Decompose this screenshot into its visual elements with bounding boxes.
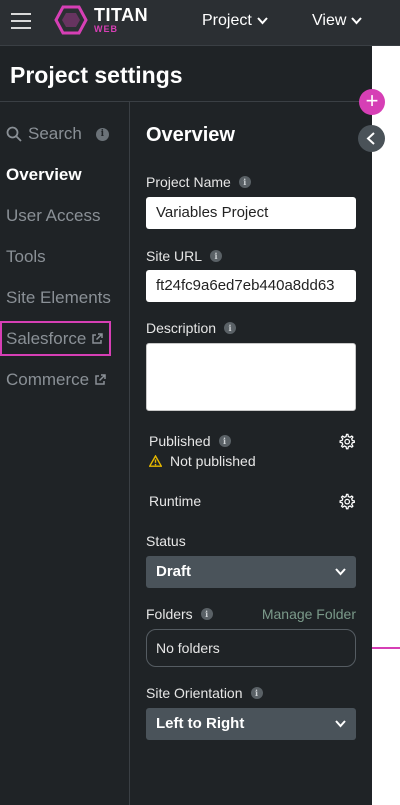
runtime-settings-gear-icon[interactable]	[338, 493, 355, 510]
collapse-panel-button[interactable]	[358, 125, 385, 152]
external-link-icon	[92, 333, 104, 344]
sidebar-item-label: User Access	[6, 206, 101, 225]
project-name-label: Project Name i	[146, 174, 251, 190]
info-icon[interactable]: i	[238, 176, 251, 188]
folders-list[interactable]: No folders	[146, 629, 356, 667]
project-name-input[interactable]: Variables Project	[146, 197, 356, 229]
titan-logo-icon	[54, 5, 88, 35]
info-icon[interactable]: i	[218, 435, 231, 447]
label-text: Site Orientation	[146, 685, 243, 701]
label-text: Published	[149, 433, 211, 449]
brand-subtitle: WEB	[94, 24, 118, 34]
status-select[interactable]: Draft	[146, 556, 356, 588]
sidebar-item-user-access[interactable]: User Access	[6, 206, 100, 226]
info-icon[interactable]: i	[210, 250, 223, 262]
runtime-label: Runtime	[149, 493, 201, 509]
search-icon	[6, 126, 22, 142]
sidebar-item-label: Overview	[6, 165, 82, 184]
folders-label: Folders i	[146, 606, 213, 622]
project-menu-button[interactable]: Project	[202, 12, 268, 30]
sidebar-item-label: Commerce	[6, 370, 90, 389]
view-menu-label: View	[312, 12, 347, 29]
sidebar-item-salesforce[interactable]: Salesforce	[6, 329, 104, 349]
info-icon[interactable]: i	[95, 127, 109, 141]
published-settings-gear-icon[interactable]	[338, 433, 355, 450]
search-label: Search	[28, 124, 82, 143]
info-icon[interactable]: i	[224, 322, 237, 334]
status-label: Status	[146, 533, 186, 549]
site-orientation-label: Site Orientation i	[146, 685, 263, 701]
label-text: Project Name	[146, 174, 231, 190]
manage-folder-link[interactable]: Manage Folder	[262, 606, 356, 622]
label-text: Runtime	[149, 493, 202, 509]
chevron-down-icon	[335, 568, 346, 576]
label-text: Description	[146, 320, 217, 336]
label-text: Status	[146, 533, 186, 549]
publish-status: Not published	[149, 453, 256, 469]
external-link-icon	[95, 374, 106, 385]
info-icon[interactable]: i	[200, 608, 213, 620]
sidebar-item-label: Tools	[6, 247, 46, 266]
sidebar-item-site-elements[interactable]: Site Elements	[6, 288, 111, 308]
canvas-preview[interactable]	[372, 46, 400, 805]
published-label: Published i	[149, 433, 231, 449]
plus-icon: +	[365, 88, 379, 113]
site-url-input[interactable]: ft24fc9a6ed7eb440a8dd63	[146, 270, 356, 302]
section-title: Overview	[146, 124, 235, 146]
canvas-guide-line	[372, 647, 400, 649]
hamburger-menu-icon[interactable]	[11, 12, 31, 30]
info-icon[interactable]: i	[250, 687, 263, 699]
site-orientation-select[interactable]: Left to Right	[146, 708, 356, 740]
description-textarea[interactable]	[146, 343, 356, 411]
chevron-down-icon	[335, 720, 346, 728]
label-text: Folders	[146, 606, 193, 622]
description-label: Description i	[146, 320, 237, 336]
sidebar-search[interactable]: Search i	[6, 124, 109, 144]
sidebar-item-tools[interactable]: Tools	[6, 247, 46, 267]
label-text: Site URL	[146, 248, 203, 264]
sidebar-item-overview[interactable]: Overview	[6, 165, 82, 185]
site-url-label: Site URL i	[146, 248, 223, 264]
project-menu-label: Project	[202, 12, 252, 29]
chevron-down-icon	[257, 17, 268, 25]
status-select-value: Draft	[156, 563, 192, 580]
view-menu-button[interactable]: View	[312, 12, 363, 30]
chevron-left-icon	[366, 132, 375, 145]
add-element-button[interactable]: +	[359, 89, 385, 115]
sidebar-item-commerce[interactable]: Commerce	[6, 370, 106, 390]
site-orientation-select-value: Left to Right	[156, 715, 245, 732]
top-bar: TITAN WEB Project View	[0, 0, 400, 46]
warning-icon	[149, 455, 162, 467]
chevron-down-icon	[351, 17, 363, 25]
settings-sidebar: Search i Overview User Access Tools Site…	[0, 102, 130, 805]
page-title: Project settings	[10, 62, 183, 88]
brand-name: TITAN	[94, 5, 149, 25]
publish-status-text: Not published	[170, 453, 256, 469]
sidebar-item-label: Site Elements	[6, 288, 111, 307]
sidebar-item-label: Salesforce	[6, 329, 87, 348]
